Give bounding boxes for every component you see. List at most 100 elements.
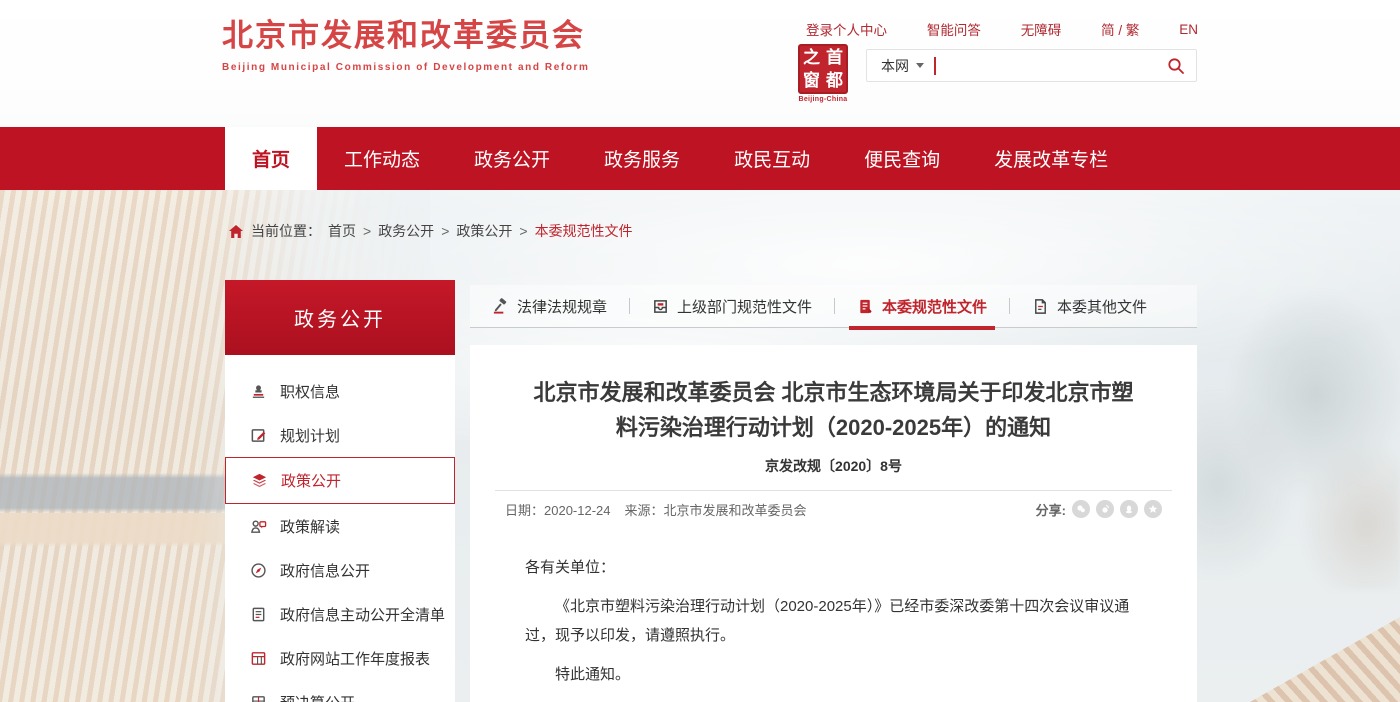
- accessibility-link[interactable]: 无障碍: [1021, 19, 1062, 39]
- site-title: 北京市发展和改革委员会: [222, 16, 590, 56]
- nav-item-public-interaction[interactable]: 政民互动: [707, 127, 837, 190]
- share-wechat-icon[interactable]: [1072, 500, 1090, 518]
- paragraph: 特此通知。: [525, 660, 1142, 689]
- tab-commission-other-docs[interactable]: 本委其他文件: [1010, 285, 1169, 327]
- share-qzone-icon[interactable]: [1144, 500, 1162, 518]
- nav-item-work-news[interactable]: 工作动态: [317, 127, 447, 190]
- source-field: 来源：北京市发展和改革委员会: [625, 500, 807, 519]
- sidebar-item-label: 职权信息: [280, 381, 340, 402]
- search-button[interactable]: [1156, 50, 1196, 81]
- sidebar-item-label: 政策公开: [281, 470, 341, 491]
- breadcrumb-separator: >: [441, 223, 449, 239]
- breadcrumb-policy-disclosure[interactable]: 政策公开: [456, 221, 512, 241]
- seal-icon: 之 首 窗 都: [798, 44, 848, 94]
- breadcrumb: 当前位置： 首页 > 政务公开 > 政策公开 > 本委规范性文件: [228, 221, 633, 241]
- gavel-icon: [492, 298, 509, 315]
- sidebar-item-label: 政府信息主动公开全清单: [280, 604, 445, 625]
- sidebar-item-label: 预决算公开: [280, 692, 355, 702]
- english-link[interactable]: EN: [1179, 22, 1198, 37]
- salutation: 各有关单位：: [525, 553, 1142, 582]
- paragraph: 《北京市塑料污染治理行动计划（2020-2025年）》已经市委深改委第十四次会议…: [525, 592, 1142, 650]
- plan-doc-icon: [249, 426, 267, 444]
- share-qq-icon[interactable]: [1120, 500, 1138, 518]
- article-meta-left: 日期：2020-12-24 来源：北京市发展和改革委员会: [505, 500, 807, 519]
- search-scope-label: 本网: [881, 56, 909, 76]
- utility-links: 登录个人中心 智能问答 无障碍 简 / 繁 EN: [806, 19, 1198, 39]
- seal-char: 都: [823, 69, 846, 92]
- nav-items: 首页 工作动态 政务公开 政务服务 政民互动 便民查询 发展改革专栏: [225, 127, 1400, 190]
- breadcrumb-separator: >: [363, 223, 371, 239]
- main-navbar: 首页 工作动态 政务公开 政务服务 政民互动 便民查询 发展改革专栏: [0, 127, 1400, 190]
- inbox-icon: [652, 298, 669, 315]
- page: 北京市发展和改革委员会 Beijing Municipal Commission…: [0, 0, 1400, 702]
- home-icon: [228, 224, 244, 239]
- article-source: 北京市发展和改革委员会: [664, 503, 807, 518]
- chevron-down-icon: [916, 63, 924, 68]
- sidebar-item-authority-info[interactable]: 职权信息: [225, 369, 455, 413]
- search-scope-dropdown[interactable]: 本网: [867, 56, 934, 76]
- report-table-icon: [249, 649, 267, 667]
- tab-commission-normative-docs[interactable]: 本委规范性文件: [835, 285, 1009, 327]
- article-title: 北京市发展和改革委员会 北京市生态环境局关于印发北京市塑料污染治理行动计划（20…: [525, 375, 1142, 445]
- search-input[interactable]: [936, 50, 1156, 81]
- nav-item-gov-services[interactable]: 政务服务: [577, 127, 707, 190]
- tab-laws-regulations[interactable]: 法律法规规章: [470, 285, 629, 327]
- stamp-icon: [249, 382, 267, 400]
- red-doc-icon: [857, 298, 874, 315]
- breadcrumb-prefix: 当前位置：: [251, 221, 321, 241]
- login-personal-center-link[interactable]: 登录个人中心: [806, 19, 887, 39]
- layers-icon: [250, 472, 268, 490]
- share-group: 分享:: [1036, 500, 1162, 519]
- site-subtitle: Beijing Municipal Commission of Developm…: [222, 62, 590, 73]
- site-logo[interactable]: 北京市发展和改革委员会 Beijing Municipal Commission…: [222, 16, 590, 73]
- sidebar-item-proactive-disclosure-list[interactable]: 政府信息主动公开全清单: [225, 592, 455, 636]
- tab-label: 上级部门规范性文件: [677, 296, 812, 317]
- share-label: 分享:: [1036, 500, 1066, 519]
- simplified-traditional-toggle[interactable]: 简 / 繁: [1101, 19, 1139, 39]
- sidebar-item-label: 规划计划: [280, 425, 340, 446]
- person-chat-icon: [249, 517, 267, 535]
- sidebar-item-label: 政府信息公开: [280, 560, 370, 581]
- smart-qa-link[interactable]: 智能问答: [927, 19, 981, 39]
- seal-caption: Beijing-China: [795, 96, 851, 103]
- seal-char: 首: [823, 46, 846, 69]
- sidebar-item-label: 政府网站工作年度报表: [280, 648, 430, 669]
- sidebar-item-gov-info-disclosure[interactable]: 政府信息公开: [225, 548, 455, 592]
- article-body: 各有关单位： 《北京市塑料污染治理行动计划（2020-2025年）》已经市委深改…: [525, 553, 1142, 702]
- article-date: 2020-12-24: [544, 503, 611, 518]
- tab-label: 本委其他文件: [1057, 296, 1147, 317]
- tab-label: 本委规范性文件: [882, 296, 987, 317]
- sidebar: 政务公开 职权信息 规划计划 政策公开: [225, 280, 455, 702]
- sidebar-item-website-annual-report[interactable]: 政府网站工作年度报表: [225, 636, 455, 680]
- doc-pen-icon: [1032, 298, 1049, 315]
- nav-item-gov-disclosure[interactable]: 政务公开: [447, 127, 577, 190]
- budget-icon: [249, 693, 267, 702]
- nav-item-reform-special[interactable]: 发展改革专栏: [967, 127, 1135, 190]
- breadcrumb-current[interactable]: 本委规范性文件: [535, 221, 633, 241]
- search-bar: 本网: [866, 49, 1197, 82]
- breadcrumb-separator: >: [519, 223, 527, 239]
- tab-superior-normative-docs[interactable]: 上级部门规范性文件: [630, 285, 834, 327]
- seal-char: 窗: [800, 69, 823, 92]
- seal-char: 之: [800, 46, 823, 69]
- document-tabs: 法律法规规章 上级部门规范性文件 本委规范性文件: [470, 285, 1197, 328]
- sidebar-list: 职权信息 规划计划 政策公开 政策解读: [225, 355, 455, 702]
- sidebar-item-label: 政策解读: [280, 516, 340, 537]
- sidebar-item-planning[interactable]: 规划计划: [225, 413, 455, 457]
- tab-label: 法律法规规章: [517, 296, 607, 317]
- compass-icon: [249, 561, 267, 579]
- nav-item-home[interactable]: 首页: [225, 127, 317, 190]
- article-meta: 日期：2020-12-24 来源：北京市发展和改革委员会 分享:: [505, 491, 1162, 527]
- doc-list-icon: [249, 605, 267, 623]
- sidebar-item-policy-disclosure[interactable]: 政策公开: [225, 457, 455, 504]
- capital-window-seal[interactable]: 之 首 窗 都 Beijing-China: [795, 44, 851, 103]
- breadcrumb-gov-disclosure[interactable]: 政务公开: [378, 221, 434, 241]
- article-card: 北京市发展和改革委员会 北京市生态环境局关于印发北京市塑料污染治理行动计划（20…: [470, 345, 1197, 702]
- search-icon: [1167, 57, 1185, 75]
- sidebar-item-policy-interpretation[interactable]: 政策解读: [225, 504, 455, 548]
- nav-item-convenient-inquiry[interactable]: 便民查询: [837, 127, 967, 190]
- breadcrumb-home[interactable]: 首页: [328, 221, 356, 241]
- date-field: 日期：2020-12-24: [505, 500, 611, 519]
- sidebar-item-budget-disclosure[interactable]: 预决算公开: [225, 680, 455, 702]
- share-weibo-icon[interactable]: [1096, 500, 1114, 518]
